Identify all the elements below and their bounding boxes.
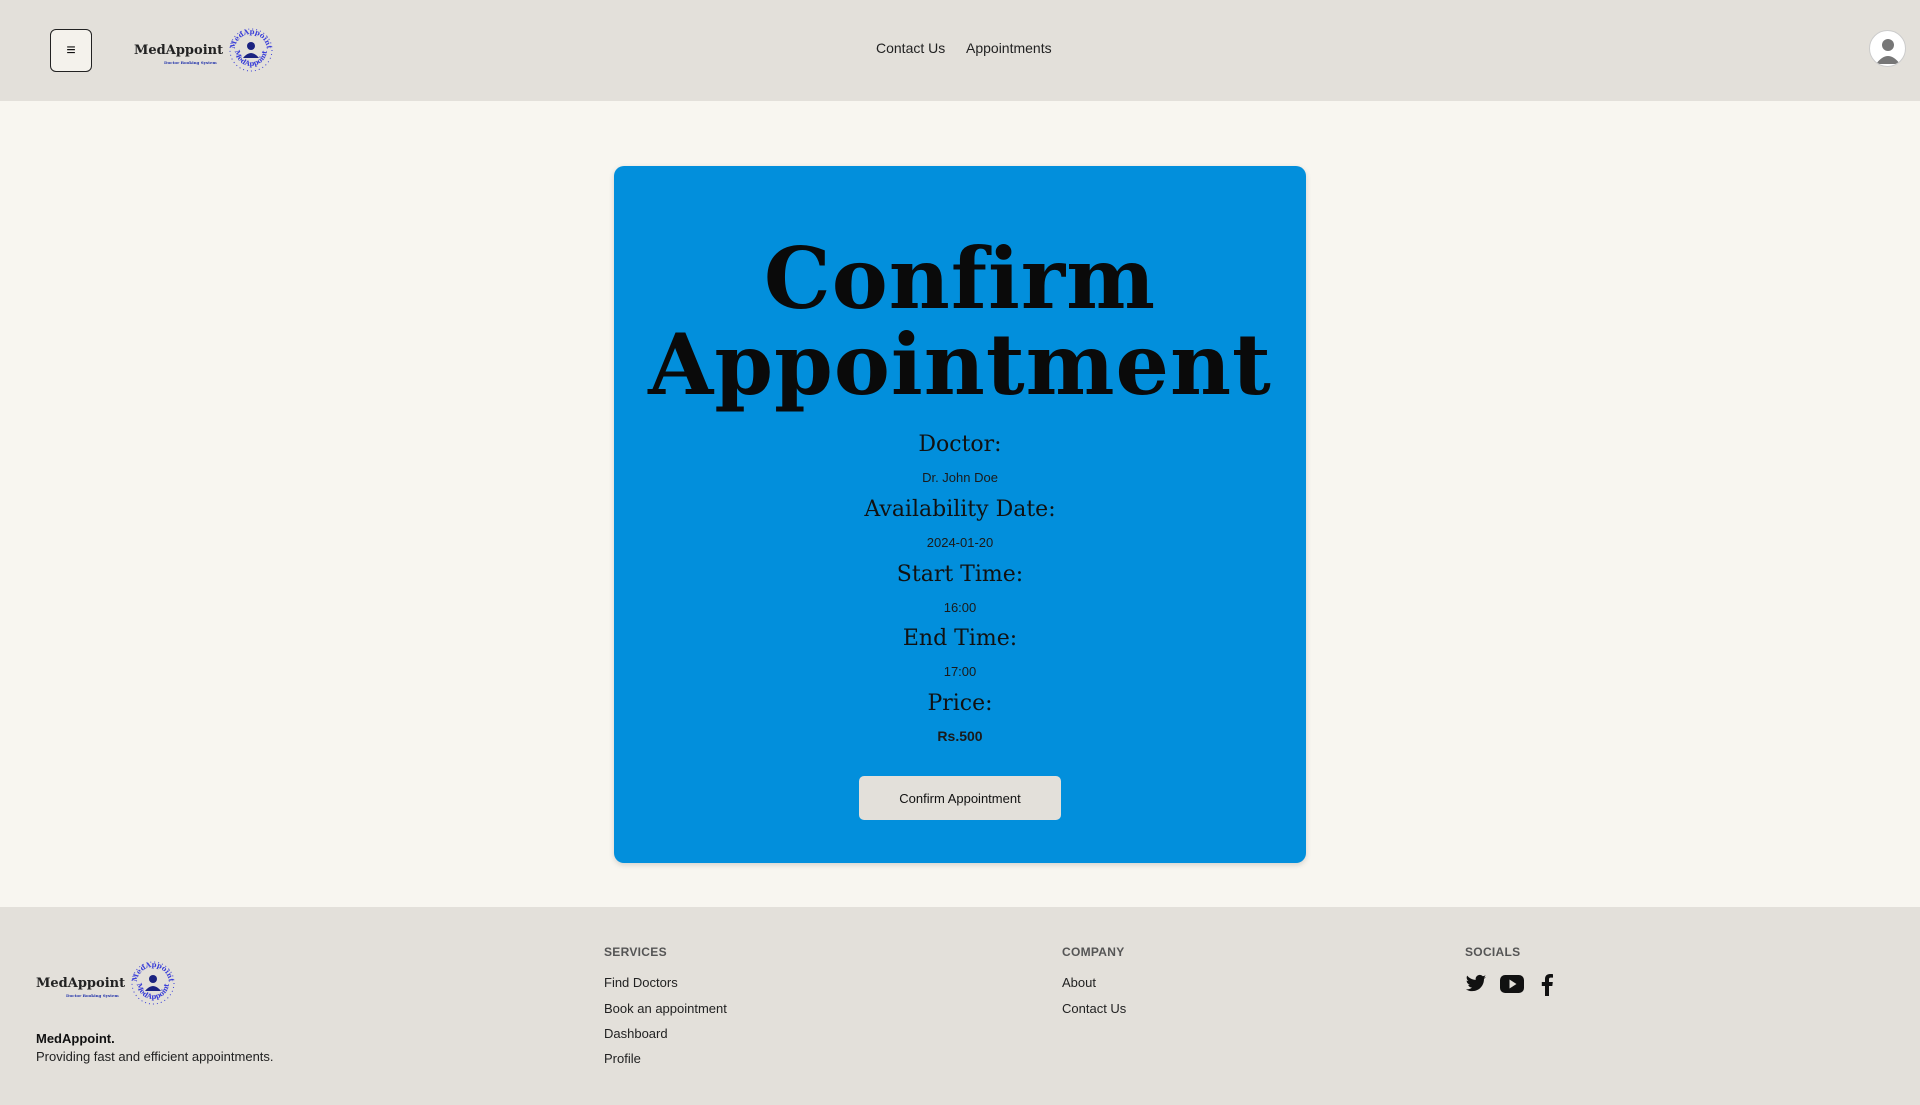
footer-brand-name: MedAppoint.: [36, 1031, 115, 1046]
socials-heading: SOCIALS: [1465, 945, 1521, 959]
twitter-icon[interactable]: [1465, 974, 1487, 994]
end-time-label: End Time:: [902, 626, 1018, 651]
confirm-appointment-card: Confirm Appointment Doctor: Dr. John Doe…: [614, 166, 1306, 863]
svg-text:MedAppoint: MedAppoint: [135, 982, 171, 1001]
availability-date-label: Availability Date:: [864, 497, 1056, 522]
page-title: Confirm Appointment: [648, 229, 1272, 414]
company-heading: COMPANY: [1062, 945, 1125, 959]
footer-link-contact-us[interactable]: Contact Us: [1062, 1001, 1126, 1016]
nav-contact-us[interactable]: Contact Us: [876, 40, 945, 56]
facebook-icon[interactable]: [1541, 974, 1553, 996]
footer-logo[interactable]: MedAppoint Doctor Booking System MedAppo…: [36, 959, 177, 1007]
user-avatar-icon: [1875, 38, 1900, 64]
footer-link-profile[interactable]: Profile: [604, 1051, 641, 1066]
footer-link-about[interactable]: About: [1062, 975, 1096, 990]
hamburger-icon: ≡: [66, 41, 76, 59]
top-navbar: ≡ MedAppoint Doctor Booking System MedAp…: [0, 0, 1920, 101]
footer-link-dashboard[interactable]: Dashboard: [604, 1026, 668, 1041]
menu-button[interactable]: ≡: [50, 29, 92, 72]
logo-badge-icon: MedAppoint MedAppoint: [228, 27, 274, 72]
start-time-label: Start Time:: [896, 562, 1024, 587]
footer-logo-subtitle: Doctor Booking System: [66, 992, 119, 998]
footer-logo-text: MedAppoint Doctor Booking System: [36, 975, 126, 998]
logo-subtitle: Doctor Booking System: [164, 59, 217, 65]
footer-link-book-appointment[interactable]: Book an appointment: [604, 1001, 727, 1016]
footer: MedAppoint Doctor Booking System MedAppo…: [0, 907, 1920, 1105]
footer-logo-badge-icon: MedAppoint MedAppoint: [130, 960, 176, 1005]
doctor-label: Doctor:: [918, 432, 1002, 457]
services-heading: SERVICES: [604, 945, 667, 959]
nav-appointments[interactable]: Appointments: [966, 40, 1052, 56]
youtube-icon[interactable]: [1500, 974, 1524, 994]
footer-logo-ring-text-bottom: MedAppoint: [135, 982, 171, 1001]
availability-date-value: 2024-01-20: [926, 535, 994, 550]
logo-text: MedAppoint Doctor Booking System: [134, 42, 224, 65]
price-label: Price:: [927, 691, 993, 716]
user-avatar[interactable]: [1869, 30, 1906, 67]
logo-ring-text-bottom: MedAppoint: [233, 49, 269, 68]
svg-text:MedAppoint: MedAppoint: [233, 49, 269, 68]
doctor-value: Dr. John Doe: [922, 470, 998, 485]
header-logo[interactable]: MedAppoint Doctor Booking System MedAppo…: [134, 26, 275, 74]
footer-tagline: Providing fast and efficient appointment…: [36, 1049, 274, 1064]
start-time-value: 16:00: [943, 600, 977, 615]
footer-link-find-doctors[interactable]: Find Doctors: [604, 975, 678, 990]
end-time-value: 17:00: [943, 664, 977, 679]
confirm-appointment-button[interactable]: Confirm Appointment: [859, 776, 1061, 820]
price-value: Rs.500: [937, 728, 983, 744]
